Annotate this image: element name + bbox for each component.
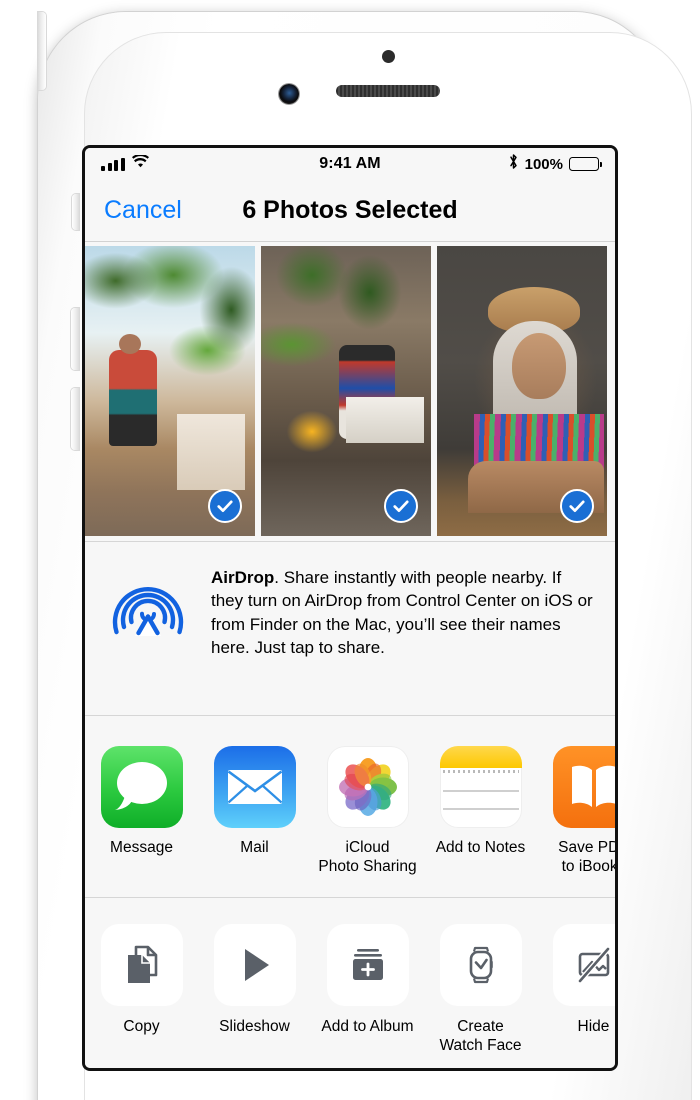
ibooks-app-icon <box>552 746 615 828</box>
action-slideshow[interactable]: Slideshow <box>198 924 311 1068</box>
action-copy[interactable]: Copy <box>85 924 198 1068</box>
share-target-label: Save PDF to iBooks <box>558 839 615 875</box>
action-label: Create Watch Face <box>439 1018 522 1055</box>
volume-down-button[interactable] <box>71 388 79 450</box>
share-target-mail[interactable]: Mail <box>198 746 311 897</box>
action-label: Add to Album <box>321 1018 414 1035</box>
battery-percent-label: 100% <box>524 155 563 173</box>
power-button[interactable] <box>38 12 46 90</box>
share-action-row[interactable]: Copy Slideshow Add to Album Create Watch… <box>85 898 615 1068</box>
phone-screen: 9:41 AM 100% Cancel 6 Photos Selected Ai… <box>85 148 615 1068</box>
action-add-to-album[interactable]: Add to Album <box>311 924 424 1068</box>
add-to-album-icon <box>326 924 409 1006</box>
share-target-add-to-notes[interactable]: Add to Notes <box>424 746 537 897</box>
ring-silent-switch[interactable] <box>72 194 79 230</box>
proximity-sensor-icon <box>382 50 395 63</box>
selected-photos-strip[interactable] <box>85 242 615 542</box>
mail-app-icon <box>213 746 296 828</box>
photo-thumbnail[interactable] <box>437 246 607 536</box>
photo-selected-check-icon <box>384 489 418 523</box>
share-target-label: Message <box>110 839 173 856</box>
action-label: Copy <box>123 1018 160 1035</box>
share-target-label: Mail <box>240 839 269 856</box>
share-target-label: iCloud Photo Sharing <box>318 839 417 875</box>
nav-bar: Cancel 6 Photos Selected <box>85 180 615 242</box>
earpiece-speaker-icon <box>336 85 440 97</box>
photo-selected-check-icon <box>560 489 594 523</box>
watch-icon <box>439 924 522 1006</box>
share-target-message[interactable]: Message <box>85 746 198 897</box>
copy-icon <box>100 924 183 1006</box>
hide-icon <box>552 924 615 1006</box>
action-label: Hide <box>577 1018 610 1035</box>
status-bar: 9:41 AM 100% <box>85 148 615 180</box>
bluetooth-icon <box>508 153 519 175</box>
airdrop-section[interactable]: AirDrop. Share instantly with people nea… <box>85 542 615 716</box>
screenshot-stage: 9:41 AM 100% Cancel 6 Photos Selected Ai… <box>0 0 700 1100</box>
action-label: Slideshow <box>219 1018 290 1035</box>
airdrop-description: AirDrop. Share instantly with people nea… <box>211 564 595 715</box>
share-target-icloud-photo-sharing[interactable]: iCloud Photo Sharing <box>311 746 424 897</box>
photo-thumbnail[interactable] <box>85 246 255 536</box>
share-target-label: Add to Notes <box>435 839 526 856</box>
notes-app-icon <box>439 746 522 828</box>
photos-app-icon <box>326 746 409 828</box>
play-icon <box>213 924 296 1006</box>
airdrop-icon <box>105 564 191 650</box>
front-camera-icon <box>279 84 299 104</box>
action-create-watch-face[interactable]: Create Watch Face <box>424 924 537 1068</box>
status-bar-right: 100% <box>508 153 603 175</box>
airdrop-title: AirDrop <box>211 568 275 587</box>
battery-full-icon <box>569 157 603 171</box>
photo-thumbnail[interactable] <box>261 246 431 536</box>
share-target-save-pdf-to-ibooks[interactable]: Save PDF to iBooks <box>537 746 615 897</box>
messages-app-icon <box>100 746 183 828</box>
photo-selected-check-icon <box>208 489 242 523</box>
share-app-row[interactable]: Message Mail iCloud Photo Sharing Add to… <box>85 716 615 898</box>
action-hide[interactable]: Hide <box>537 924 615 1068</box>
volume-up-button[interactable] <box>71 308 79 370</box>
cancel-button[interactable]: Cancel <box>104 198 182 223</box>
